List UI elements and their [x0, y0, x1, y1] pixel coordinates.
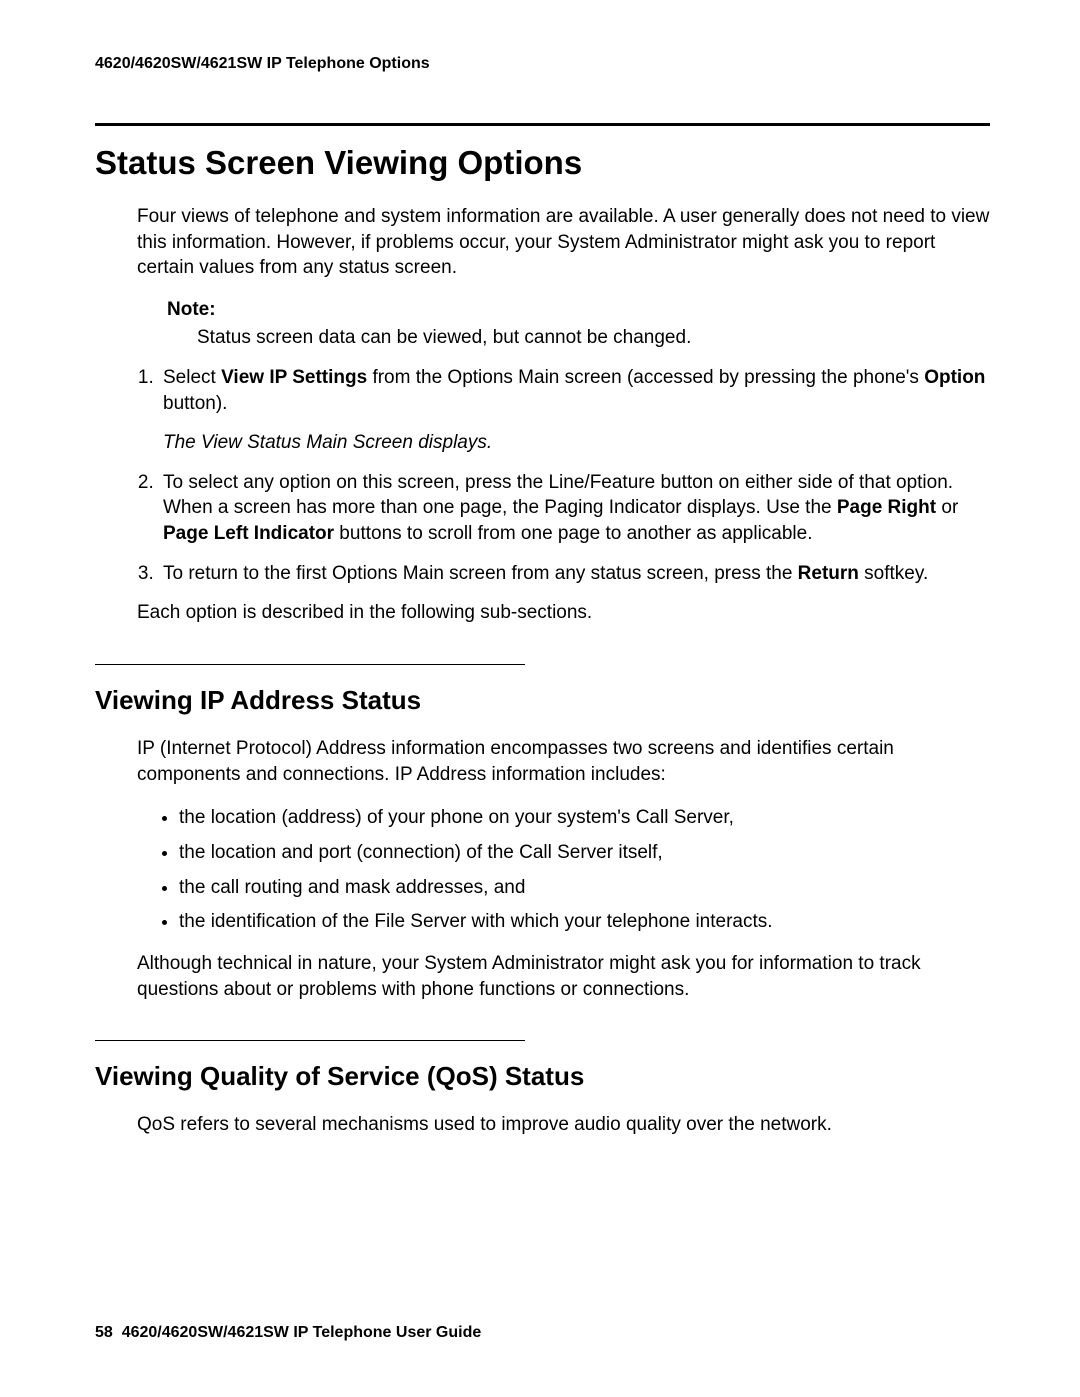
- step2-bold2: Page Left Indicator: [163, 523, 334, 544]
- step1-text-post: button).: [163, 393, 227, 414]
- step2-bold1: Page Right: [837, 497, 936, 518]
- step2-text-post: buttons to scroll from one page to anoth…: [334, 523, 812, 544]
- step-3: To return to the first Options Main scre…: [159, 561, 990, 587]
- step-2: To select any option on this screen, pre…: [159, 470, 990, 547]
- step1-bold2: Option: [924, 367, 985, 388]
- section2-body: IP (Internet Protocol) Address informati…: [95, 736, 990, 1002]
- step2-text-mid: or: [936, 497, 958, 518]
- section2-intro: IP (Internet Protocol) Address informati…: [137, 736, 990, 787]
- page-footer: 58 4620/4620SW/4621SW IP Telephone User …: [95, 1324, 481, 1342]
- section3-intro: QoS refers to several mechanisms used to…: [137, 1112, 990, 1138]
- step-1: Select View IP Settings from the Options…: [159, 365, 990, 456]
- list-item: the location and port (connection) of th…: [179, 840, 990, 866]
- steps-list: Select View IP Settings from the Options…: [137, 365, 990, 586]
- heading-status-screen-viewing-options: Status Screen Viewing Options: [95, 144, 990, 182]
- heading-viewing-qos-status: Viewing Quality of Service (QoS) Status: [95, 1061, 990, 1092]
- section2-outro: Although technical in nature, your Syste…: [137, 951, 990, 1002]
- step1-bold1: View IP Settings: [221, 367, 367, 388]
- step3-bold: Return: [798, 563, 859, 584]
- note-body: Status screen data can be viewed, but ca…: [197, 327, 990, 349]
- heading-viewing-ip-address-status: Viewing IP Address Status: [95, 685, 990, 716]
- section-rule: [95, 123, 990, 126]
- list-item: the identification of the File Server wi…: [179, 909, 990, 935]
- step1-text-mid: from the Options Main screen (accessed b…: [367, 367, 924, 388]
- ip-address-bullets: the location (address) of your phone on …: [137, 805, 990, 935]
- step2-text-pre: To select any option on this screen, pre…: [163, 472, 953, 519]
- step1-text-pre: Select: [163, 367, 221, 388]
- list-item: the call routing and mask addresses, and: [179, 875, 990, 901]
- step3-text-pre: To return to the first Options Main scre…: [163, 563, 798, 584]
- running-header: 4620/4620SW/4621SW IP Telephone Options: [95, 55, 990, 73]
- note-label: Note:: [167, 299, 990, 321]
- section1-afterlist: Each option is described in the followin…: [95, 600, 990, 626]
- document-page: 4620/4620SW/4621SW IP Telephone Options …: [0, 0, 1080, 1397]
- section1-intro: Four views of telephone and system infor…: [137, 204, 990, 281]
- section1-body: Four views of telephone and system infor…: [95, 204, 990, 586]
- subsection-rule: [95, 1040, 525, 1041]
- footer-doc-title: 4620/4620SW/4621SW IP Telephone User Gui…: [122, 1324, 482, 1341]
- list-item: the location (address) of your phone on …: [179, 805, 990, 831]
- step1-result: The View Status Main Screen displays.: [163, 430, 990, 456]
- step3-text-post: softkey.: [859, 563, 928, 584]
- subsection-rule: [95, 664, 525, 665]
- page-number: 58: [95, 1324, 113, 1341]
- section3-body: QoS refers to several mechanisms used to…: [95, 1112, 990, 1138]
